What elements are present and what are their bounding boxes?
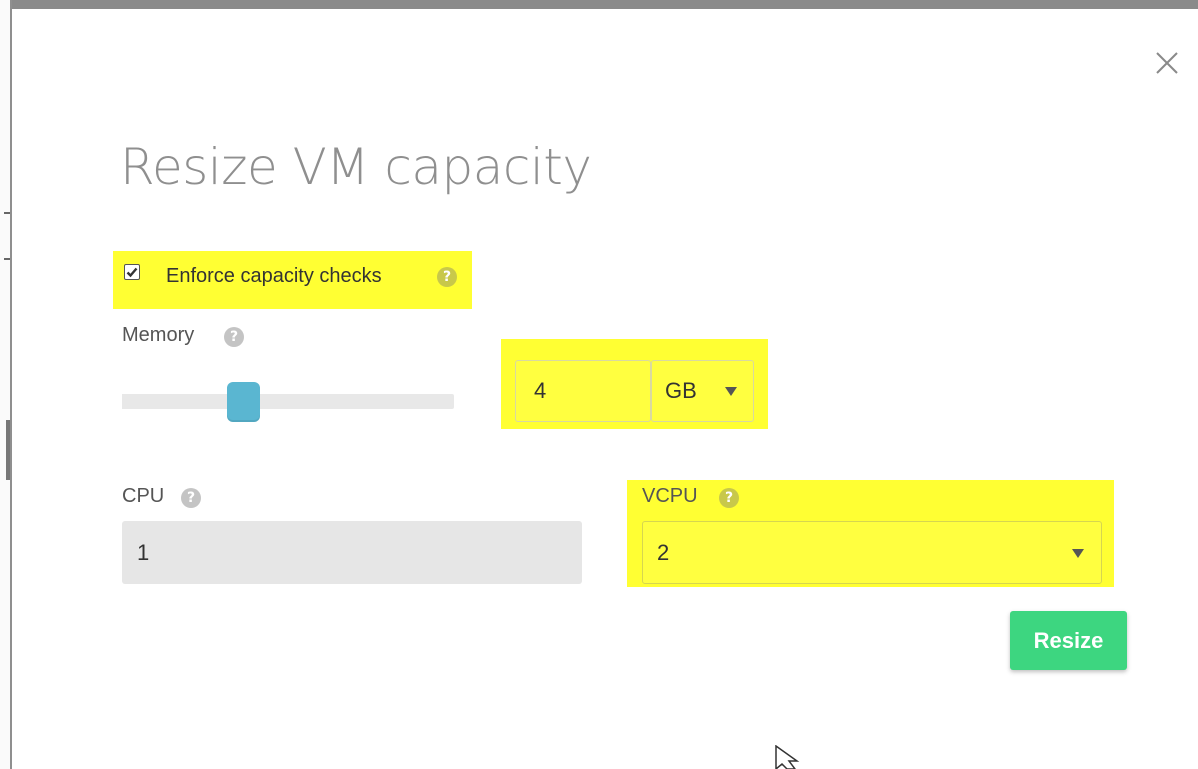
backdrop-left-edge [0,0,12,769]
resize-button[interactable]: Resize [1010,611,1127,670]
mouse-cursor-icon [775,745,800,769]
enforce-capacity-label[interactable]: Enforce capacity checks [166,265,382,288]
cpu-field: 1 [122,521,582,584]
modal-title: Resize VM capacity [120,138,592,196]
close-button[interactable] [1152,48,1182,78]
memory-label: Memory [122,324,195,346]
close-icon [1156,52,1178,74]
memory-slider-handle[interactable] [227,382,260,422]
question-circle-icon[interactable]: ? [719,488,739,508]
question-circle-icon[interactable]: ? [181,488,201,508]
backdrop-top-edge [0,0,1198,9]
memory-slider-fill [122,394,238,409]
caret-down-icon [1072,549,1084,558]
check-icon [126,267,138,278]
question-circle-icon[interactable]: ? [224,327,244,347]
vcpu-label: VCPU [642,485,698,507]
resize-vm-modal: Resize VM capacity Enforce capacity chec… [0,0,1198,769]
memory-slider-track[interactable] [122,394,454,409]
backdrop-tick [4,258,10,260]
vcpu-select[interactable]: 2 [642,521,1102,584]
backdrop-bar [6,420,10,480]
enforce-capacity-checkbox[interactable] [124,264,140,280]
memory-unit-select[interactable]: GB [651,360,754,422]
memory-value-input[interactable]: 4 [515,360,651,422]
vcpu-value: 2 [657,540,670,565]
cpu-label: CPU [122,485,165,507]
backdrop-tick [4,212,10,214]
caret-down-icon [725,387,737,396]
question-circle-icon[interactable]: ? [437,267,457,287]
memory-unit-value: GB [665,378,697,403]
